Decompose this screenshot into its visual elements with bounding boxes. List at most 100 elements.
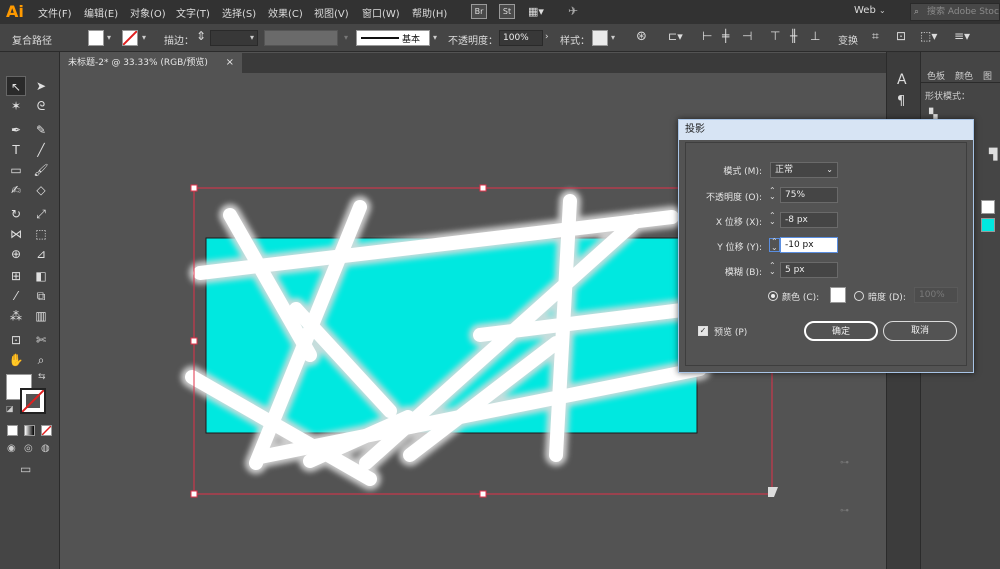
gradient-tool-icon[interactable]: ◧ bbox=[31, 266, 51, 286]
x-offset-input[interactable]: -8 px bbox=[780, 212, 838, 228]
column-graph-tool-icon[interactable]: ▥ bbox=[31, 306, 51, 326]
mesh-tool-icon[interactable]: ⊞ bbox=[6, 266, 26, 286]
perspective-grid-tool-icon[interactable]: ⊿ bbox=[31, 244, 51, 264]
opacity-stepper-icon[interactable]: ⌃ ⌄ bbox=[769, 187, 776, 201]
opacity-input[interactable]: 75% bbox=[780, 187, 838, 203]
draw-behind-icon[interactable]: ◎ bbox=[24, 443, 33, 454]
screen-mode-icon[interactable]: ▭ bbox=[20, 462, 31, 476]
align-to-icon[interactable]: ⊏▾ bbox=[668, 30, 683, 43]
align-horizontal-center-icon[interactable]: ╪ bbox=[722, 29, 729, 43]
draw-inside-icon[interactable]: ◍ bbox=[41, 443, 50, 454]
color-mode-icon[interactable] bbox=[7, 425, 18, 436]
chevron-right-icon[interactable]: › bbox=[545, 32, 549, 42]
darkness-radio[interactable] bbox=[854, 291, 864, 301]
align-left-icon[interactable]: ⊢ bbox=[702, 29, 712, 43]
gpu-performance-icon[interactable]: ✈ bbox=[568, 4, 578, 18]
tab-swatches[interactable]: 色板 bbox=[927, 69, 945, 82]
menu-object[interactable]: 对象(O) bbox=[130, 5, 166, 20]
document-tab[interactable]: 未标题-2* @ 33.33% (RGB/预览) × bbox=[60, 53, 242, 73]
x-offset-stepper-icon[interactable]: ⌃ ⌄ bbox=[769, 212, 776, 226]
type-tool-icon[interactable]: T bbox=[6, 140, 26, 160]
tab-color[interactable]: 颜色 bbox=[955, 69, 973, 82]
direct-selection-tool-icon[interactable]: ➤ bbox=[31, 76, 51, 96]
align-bottom-icon[interactable]: ⊥ bbox=[810, 29, 820, 43]
style-dropdown-icon[interactable]: ▾ bbox=[611, 33, 615, 42]
default-colors-icon[interactable]: ◪ bbox=[6, 404, 14, 413]
menu-window[interactable]: 窗口(W) bbox=[362, 5, 400, 20]
stock-button[interactable]: St bbox=[499, 4, 515, 19]
fill-dropdown-icon[interactable]: ▾ bbox=[107, 33, 111, 42]
fill-swatch[interactable] bbox=[88, 30, 104, 46]
scale-tool-icon[interactable]: ⤢ bbox=[31, 204, 51, 224]
symbol-sprayer-tool-icon[interactable]: ⁂ bbox=[6, 306, 26, 326]
menu-effect[interactable]: 效果(C) bbox=[268, 5, 303, 20]
shaper-tool-icon[interactable]: ✍ bbox=[6, 180, 26, 200]
opacity-field[interactable]: 100% bbox=[499, 30, 543, 46]
y-offset-stepper-icon[interactable]: ⌃ ⌄ bbox=[769, 238, 780, 252]
graphic-style-swatch[interactable] bbox=[592, 30, 608, 46]
menu-help[interactable]: 帮助(H) bbox=[412, 5, 447, 20]
paintbrush-tool-icon[interactable]: 🖌 bbox=[31, 160, 51, 180]
workspace-switcher[interactable]: Web ⌄ bbox=[854, 5, 886, 16]
menu-select[interactable]: 选择(S) bbox=[222, 5, 256, 20]
stroke-dropdown-icon[interactable]: ▾ bbox=[142, 33, 146, 42]
recolor-artwork-icon[interactable]: ⊛ bbox=[636, 29, 647, 44]
menu-type[interactable]: 文字(T) bbox=[176, 5, 210, 20]
close-icon[interactable]: × bbox=[226, 53, 234, 73]
cyan-color-chip[interactable] bbox=[981, 218, 995, 232]
align-vertical-center-icon[interactable]: ╫ bbox=[790, 29, 797, 43]
selection-tool-icon[interactable]: ↖ bbox=[6, 76, 26, 96]
shadow-color-swatch[interactable] bbox=[830, 287, 846, 303]
preview-checkbox[interactable]: ✓ bbox=[698, 326, 708, 336]
variable-width-profile[interactable] bbox=[264, 30, 338, 46]
rotate-tool-icon[interactable]: ↻ bbox=[6, 204, 26, 224]
rectangle-tool-icon[interactable]: ▭ bbox=[6, 160, 26, 180]
eyedropper-tool-icon[interactable]: ⁄ bbox=[6, 286, 26, 306]
arrange-documents-icon[interactable]: ▦▾ bbox=[528, 5, 544, 18]
line-segment-tool-icon[interactable]: ╱ bbox=[31, 140, 51, 160]
ok-button[interactable]: 确定 bbox=[804, 321, 878, 341]
y-offset-input[interactable]: -10 px bbox=[780, 237, 838, 253]
menu-edit[interactable]: 编辑(E) bbox=[84, 5, 118, 20]
curvature-tool-icon[interactable]: ✎ bbox=[31, 120, 51, 140]
blur-input[interactable]: 5 px bbox=[780, 262, 838, 278]
shape-builder-tool-icon[interactable]: ⊕ bbox=[6, 244, 26, 264]
align-right-icon[interactable]: ⊣ bbox=[742, 29, 752, 43]
menu-file[interactable]: 文件(F) bbox=[38, 5, 72, 20]
none-mode-icon[interactable] bbox=[41, 425, 52, 436]
brush-dropdown-icon[interactable]: ▾ bbox=[433, 33, 437, 42]
blur-stepper-icon[interactable]: ⌃ ⌄ bbox=[769, 262, 776, 276]
zoom-tool-icon[interactable]: ⌕ bbox=[31, 350, 51, 370]
lasso-tool-icon[interactable]: ᘓ bbox=[31, 96, 51, 116]
align-top-icon[interactable]: ⊤ bbox=[770, 29, 780, 43]
isolation-mode-icon[interactable]: ⊡ bbox=[896, 29, 906, 43]
paragraph-panel-icon[interactable]: ¶ bbox=[897, 94, 905, 109]
select-similar-icon[interactable]: ⬚▾ bbox=[920, 29, 937, 43]
profile-dropdown-icon[interactable]: ▾ bbox=[344, 33, 348, 42]
cancel-button[interactable]: 取消 bbox=[883, 321, 957, 341]
darkness-input[interactable]: 100% bbox=[914, 287, 958, 303]
free-transform-tool-icon[interactable]: ⬚ bbox=[31, 224, 51, 244]
slice-tool-icon[interactable]: ✄ bbox=[31, 330, 51, 350]
stroke-weight-spinner[interactable]: ⇕ bbox=[196, 29, 206, 43]
menu-view[interactable]: 视图(V) bbox=[314, 5, 349, 20]
artboard-tool-icon[interactable]: ⊡ bbox=[6, 330, 26, 350]
stroke-weight-dropdown-icon[interactable]: ▾ bbox=[250, 33, 254, 42]
isolate-icon[interactable]: ⌗ bbox=[872, 29, 879, 44]
draw-normal-icon[interactable]: ◉ bbox=[7, 443, 16, 454]
fill-color-chip[interactable] bbox=[981, 200, 995, 214]
brush-definition-field[interactable]: 基本 bbox=[356, 30, 430, 46]
character-panel-icon[interactable]: A bbox=[897, 72, 907, 88]
dialog-titlebar[interactable]: 投影 bbox=[679, 120, 973, 140]
trim-icon[interactable]: ▜ bbox=[989, 148, 997, 161]
stroke-swatch[interactable] bbox=[122, 30, 138, 46]
color-radio[interactable] bbox=[768, 291, 778, 301]
stroke-color-swatch[interactable] bbox=[20, 388, 46, 414]
tab-other[interactable]: 图 bbox=[983, 69, 992, 82]
mode-select[interactable]: 正常 ⌄ bbox=[770, 162, 838, 178]
panel-menu-icon[interactable]: ≡▾ bbox=[954, 29, 970, 43]
pen-tool-icon[interactable]: ✒ bbox=[6, 120, 26, 140]
magic-wand-tool-icon[interactable]: ✶ bbox=[6, 96, 26, 116]
eraser-tool-icon[interactable]: ◇ bbox=[31, 180, 51, 200]
width-tool-icon[interactable]: ⋈ bbox=[6, 224, 26, 244]
